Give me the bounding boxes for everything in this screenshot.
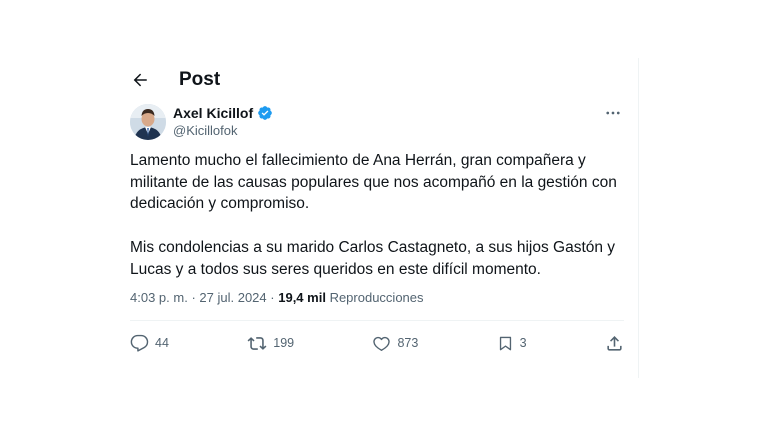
avatar[interactable] [130, 104, 166, 140]
repost-icon [247, 336, 267, 350]
meta-separator: · [191, 290, 196, 305]
like-count: 873 [397, 336, 419, 350]
share-icon [607, 335, 622, 351]
verified-badge-icon [258, 106, 272, 120]
share-button[interactable] [605, 334, 624, 353]
repost-button[interactable]: 199 [247, 334, 294, 353]
like-icon [373, 336, 391, 351]
bookmark-button[interactable]: 3 [497, 334, 527, 353]
more-options-button[interactable] [602, 102, 624, 124]
post-time[interactable]: 4:03 p. m. [130, 290, 188, 305]
post-text: Lamento mucho el fallecimiento de Ana He… [130, 150, 620, 280]
author-name-row[interactable]: Axel Kicillof [173, 105, 273, 121]
more-icon [606, 111, 620, 115]
page-title: Post [179, 69, 221, 90]
post-meta: 4:03 p. m. · 27 jul. 2024 · 19,4 mil Rep… [130, 290, 424, 305]
repost-count: 199 [273, 336, 295, 350]
reply-icon [130, 334, 149, 352]
reply-count: 44 [155, 336, 169, 350]
divider [130, 320, 624, 321]
reply-button[interactable]: 44 [130, 334, 169, 353]
post-date[interactable]: 27 jul. 2024 [199, 290, 266, 305]
post-card: Post Axel Kicillof @Kicillofok Lamento m… [116, 58, 639, 378]
views-label: Reproducciones [329, 290, 424, 305]
post-paragraph: Mis condolencias a su marido Carlos Cast… [130, 238, 616, 278]
views-count: 19,4 mil [278, 290, 326, 305]
like-button[interactable]: 873 [372, 334, 418, 353]
back-button[interactable] [126, 66, 154, 94]
author-name[interactable]: Axel Kicillof [173, 105, 253, 121]
action-bar: 44 199 873 3 [130, 328, 624, 358]
meta-separator: · [270, 290, 275, 305]
author-handle[interactable]: @Kicillofok [173, 123, 238, 138]
post-header: Post [116, 58, 638, 102]
back-arrow-icon [133, 73, 147, 87]
post-paragraph: Lamento mucho el fallecimiento de Ana He… [130, 152, 617, 213]
bookmark-icon [499, 336, 511, 350]
bookmark-count: 3 [519, 336, 527, 350]
